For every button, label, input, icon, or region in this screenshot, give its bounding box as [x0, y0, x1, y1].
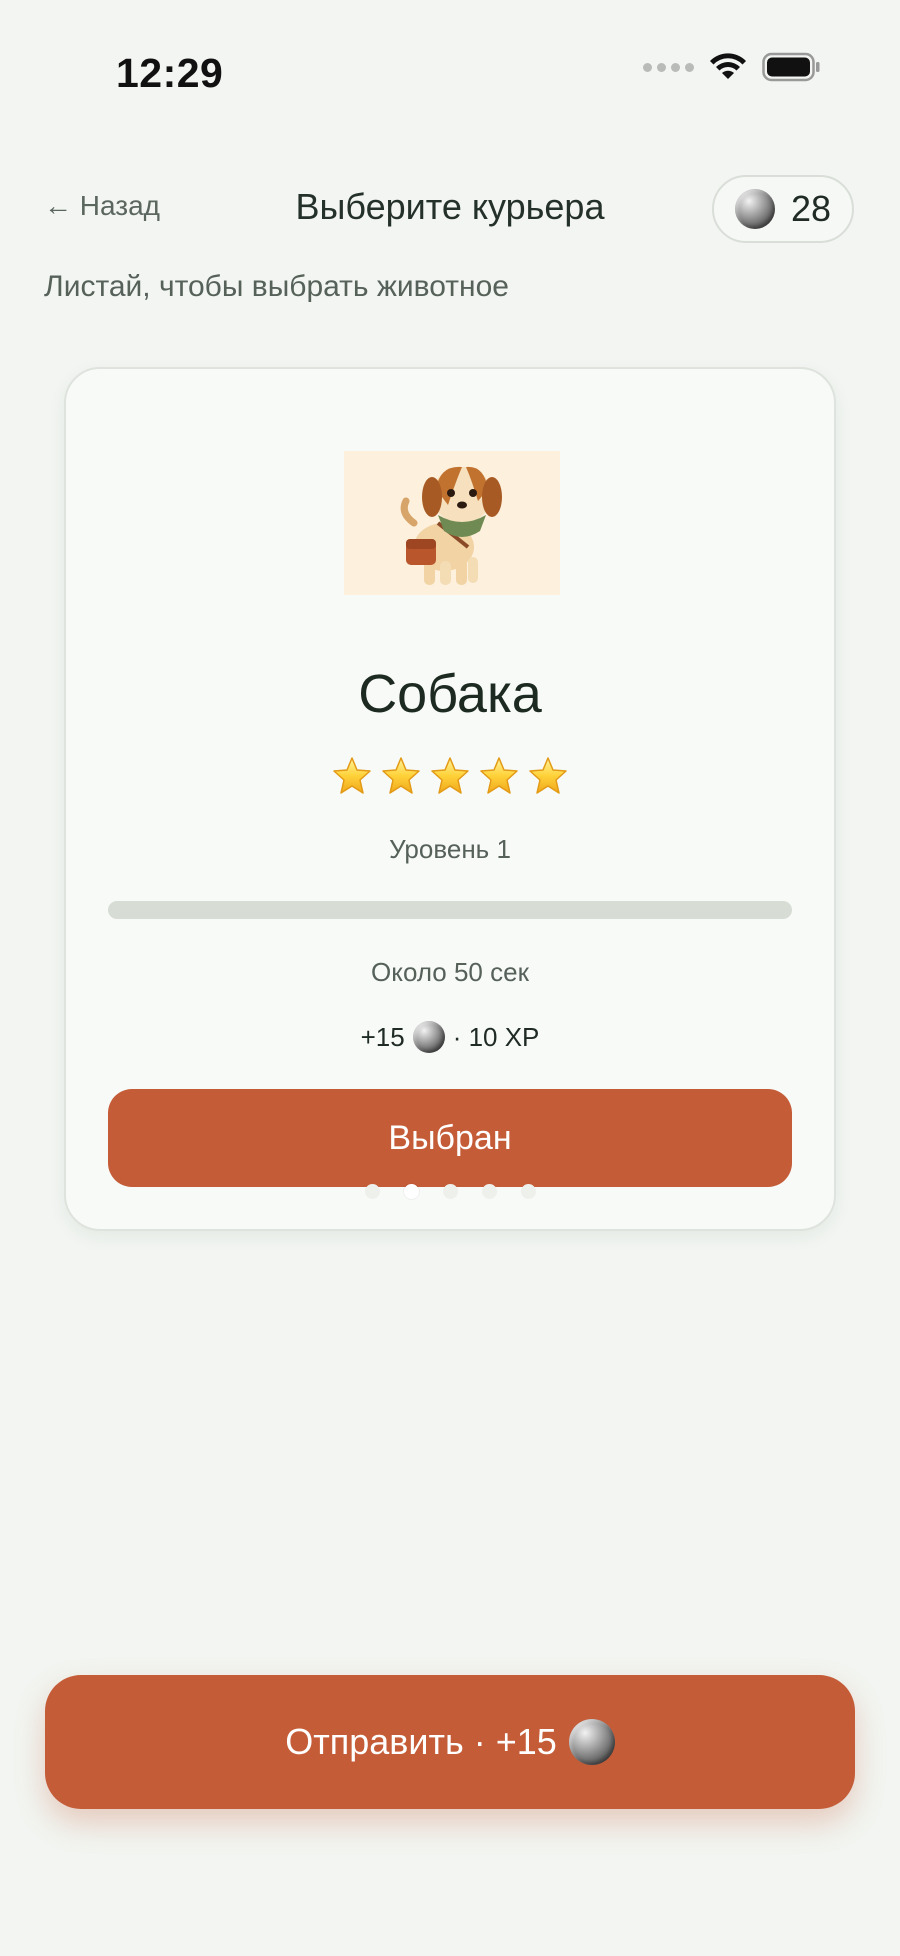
rating-stars — [66, 756, 834, 796]
courier-card[interactable]: Собака Уровень 1 Около 50 сек +15 · 10 X… — [64, 367, 836, 1231]
coin-icon — [734, 189, 775, 229]
pager-dot[interactable] — [442, 1184, 458, 1199]
battery-icon — [762, 52, 820, 82]
courier-level: Уровень 1 — [389, 834, 511, 864]
courier-name: Собака — [358, 664, 542, 724]
pager-dot[interactable] — [520, 1184, 536, 1199]
star-icon — [333, 757, 371, 794]
star-icon — [480, 757, 518, 794]
wifi-icon — [710, 53, 746, 79]
delivery-time: Около 50 сек — [371, 957, 529, 987]
reward-xp: · 10 XP — [452, 1021, 540, 1052]
carousel-pager[interactable] — [66, 1184, 834, 1199]
selected-button[interactable]: Выбран — [108, 1089, 792, 1187]
star-icon — [529, 757, 567, 794]
swipe-hint: Листай, чтобы выбрать животное — [44, 270, 509, 303]
reward-info: +15 · 10 XP — [66, 1021, 834, 1053]
back-button[interactable]: ← Назад — [44, 190, 160, 222]
star-icon — [382, 757, 420, 794]
status-time: 12:29 — [116, 50, 224, 96]
pager-dot[interactable] — [481, 1184, 497, 1199]
send-button-label: Отправить · +15 — [285, 1721, 557, 1762]
coin-icon — [568, 1719, 615, 1765]
pager-dot[interactable] — [403, 1184, 419, 1199]
coin-balance[interactable]: 28 — [712, 175, 854, 243]
coin-icon — [412, 1021, 445, 1053]
star-icon — [431, 757, 469, 794]
cellular-signal-icon — [643, 62, 694, 72]
pager-dot[interactable] — [364, 1184, 380, 1199]
status-icons — [643, 52, 820, 82]
reward-coins: +15 — [360, 1021, 405, 1052]
screen: 12:29 ← Назад Выберите курьера 28 Листай… — [0, 0, 900, 1956]
send-button[interactable]: Отправить · +15 — [45, 1675, 855, 1809]
dog-courier-icon — [344, 451, 560, 595]
level-progress-bar — [108, 901, 792, 919]
coin-balance-value: 28 — [790, 188, 832, 229]
